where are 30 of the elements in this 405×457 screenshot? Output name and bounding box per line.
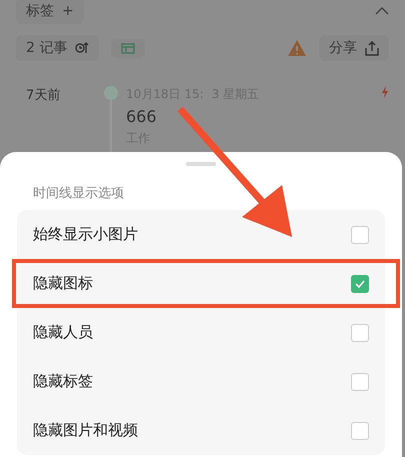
age-label: 7天前 bbox=[25, 87, 62, 105]
collapse-icon[interactable] bbox=[375, 7, 389, 15]
checkbox[interactable] bbox=[351, 372, 369, 390]
option-row[interactable]: 始终显示小图片 bbox=[17, 210, 385, 259]
share-icon bbox=[365, 40, 379, 56]
option-label: 隐藏标签 bbox=[33, 372, 93, 391]
option-label: 始终显示小图片 bbox=[33, 225, 138, 244]
checkbox[interactable] bbox=[351, 274, 369, 292]
add-label: + bbox=[62, 3, 74, 19]
drag-handle[interactable] bbox=[186, 162, 216, 166]
count-label: 2 记事 bbox=[26, 39, 68, 57]
checkbox[interactable] bbox=[351, 422, 369, 440]
checkbox[interactable] bbox=[351, 226, 369, 244]
sort-icon bbox=[75, 42, 90, 54]
option-row[interactable]: 隐藏图标 bbox=[12, 259, 400, 308]
sheet-title: 时间线显示选项 bbox=[33, 185, 125, 202]
tag-label: 标签 bbox=[26, 2, 54, 20]
entry-title: 666 bbox=[126, 107, 158, 126]
checkmark-icon bbox=[355, 280, 365, 288]
layout-chip[interactable] bbox=[111, 38, 146, 58]
checkbox[interactable] bbox=[351, 324, 369, 342]
option-row[interactable]: 隐藏图片和视频 bbox=[17, 406, 385, 455]
option-label: 隐藏人员 bbox=[33, 323, 93, 342]
table-icon bbox=[121, 42, 136, 54]
option-row[interactable]: 隐藏标签 bbox=[17, 357, 385, 406]
lightning-icon bbox=[381, 86, 389, 98]
option-label: 隐藏图标 bbox=[33, 274, 93, 293]
option-row[interactable]: 隐藏人员 bbox=[17, 308, 385, 357]
warning-icon[interactable] bbox=[287, 39, 307, 57]
option-label: 隐藏图片和视频 bbox=[33, 421, 138, 440]
